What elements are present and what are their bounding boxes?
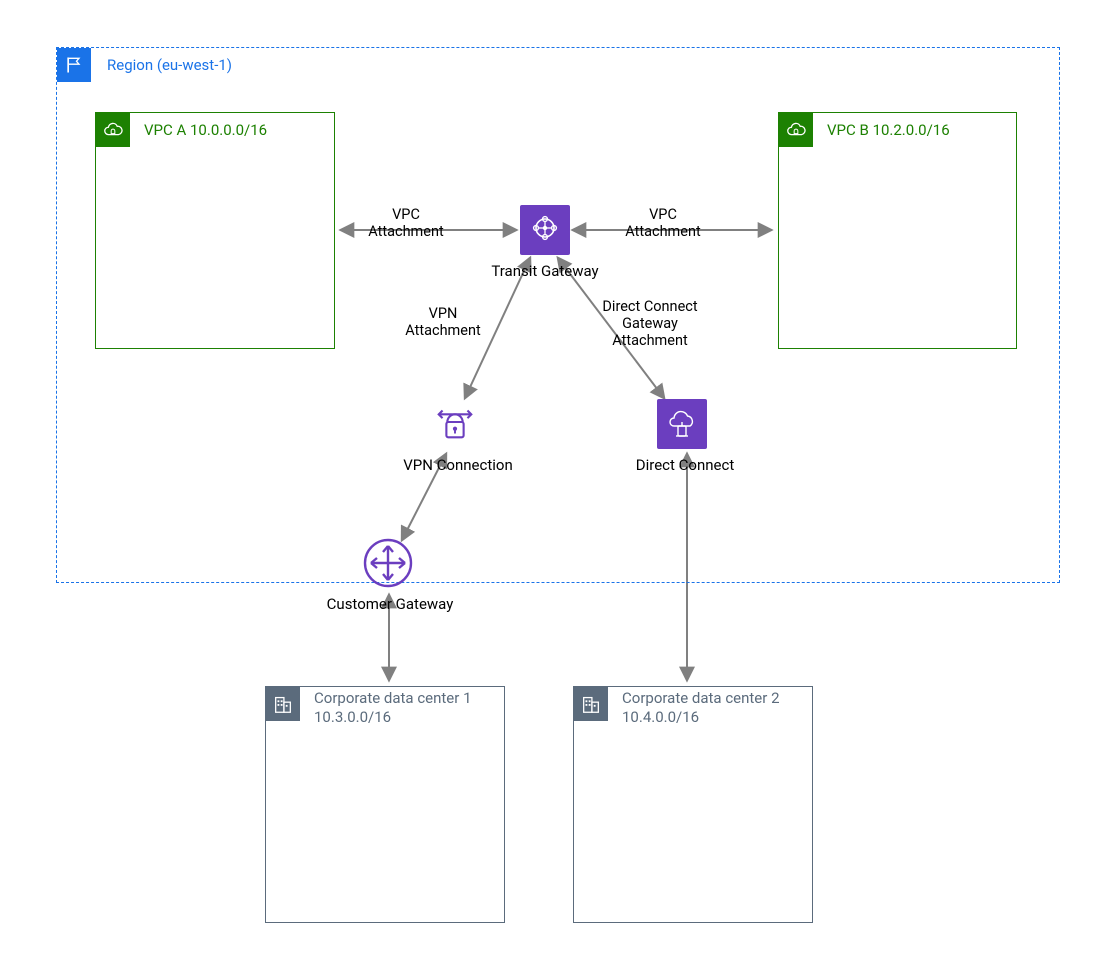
corporate-dc-2-box: Corporate data center 2 10.4.0.0/16 bbox=[573, 686, 813, 923]
direct-connect-label: Direct Connect bbox=[630, 456, 740, 474]
dc2-header: Corporate data center 2 10.4.0.0/16 bbox=[574, 687, 780, 727]
vpc-cloud-icon bbox=[779, 113, 813, 147]
vpc-b-label: VPC B 10.2.0.0/16 bbox=[827, 121, 950, 139]
vpc-attachment-right-label: VPCAttachment bbox=[618, 206, 708, 240]
vpc-a-label: VPC A 10.0.0.0/16 bbox=[144, 121, 267, 139]
building-icon bbox=[266, 687, 300, 721]
region-label: Region (eu-west-1) bbox=[107, 56, 232, 74]
vpn-lock-icon bbox=[432, 399, 478, 449]
vpc-a-box: VPC A 10.0.0.0/16 bbox=[95, 112, 335, 349]
dc2-cidr: 10.4.0.0/16 bbox=[622, 708, 780, 727]
diagram-canvas: Region (eu-west-1) VPC A 10.0.0.0/16 VPC bbox=[0, 0, 1116, 970]
dc1-label: Corporate data center 1 10.3.0.0/16 bbox=[314, 687, 472, 727]
vpc-b-box: VPC B 10.2.0.0/16 bbox=[778, 112, 1017, 349]
vpn-connection-node bbox=[430, 399, 480, 449]
direct-connect-node bbox=[657, 399, 707, 449]
vpc-b-header: VPC B 10.2.0.0/16 bbox=[779, 113, 950, 147]
vpn-connection-label: VPN Connection bbox=[398, 456, 518, 474]
corporate-dc-1-box: Corporate data center 1 10.3.0.0/16 bbox=[265, 686, 505, 923]
vpc-a-header: VPC A 10.0.0.0/16 bbox=[96, 113, 267, 147]
dc2-title: Corporate data center 2 bbox=[622, 689, 780, 708]
customer-gateway-label: Customer Gateway bbox=[320, 595, 460, 613]
dc1-cidr: 10.3.0.0/16 bbox=[314, 708, 472, 727]
vpn-attachment-label: VPNAttachment bbox=[393, 305, 493, 339]
region-flag-icon bbox=[57, 48, 91, 82]
transit-gateway-node bbox=[520, 205, 570, 255]
dc1-header: Corporate data center 1 10.3.0.0/16 bbox=[266, 687, 472, 727]
dc1-title: Corporate data center 1 bbox=[314, 689, 472, 708]
transit-gateway-icon bbox=[527, 210, 563, 250]
dx-gateway-attachment-label: Direct ConnectGatewayAttachment bbox=[585, 298, 715, 349]
vpc-attachment-left-label: VPCAttachment bbox=[361, 206, 451, 240]
building-icon bbox=[574, 687, 608, 721]
customer-gateway-node bbox=[363, 540, 413, 590]
region-header: Region (eu-west-1) bbox=[57, 48, 232, 82]
customer-gateway-icon bbox=[363, 538, 413, 592]
direct-connect-icon bbox=[664, 404, 700, 444]
transit-gateway-label: Transit Gateway bbox=[490, 262, 600, 280]
vpc-cloud-icon bbox=[96, 113, 130, 147]
dc2-label: Corporate data center 2 10.4.0.0/16 bbox=[622, 687, 780, 727]
